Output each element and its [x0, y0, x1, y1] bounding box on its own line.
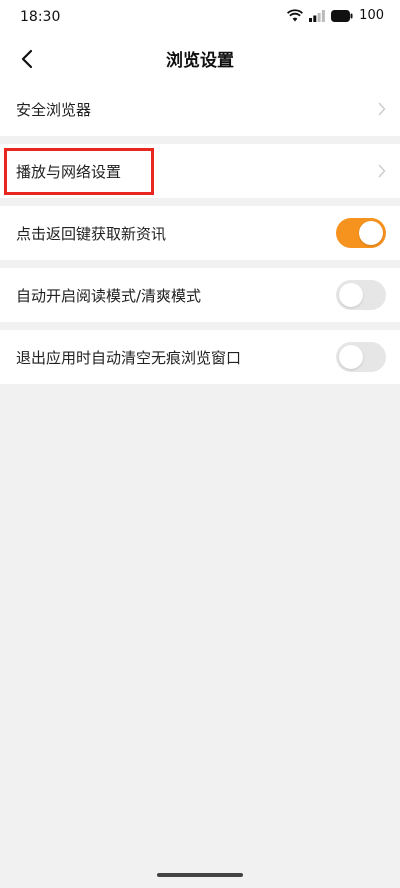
- battery-level: 100: [359, 8, 384, 23]
- settings-item-reading-mode: 自动开启阅读模式/清爽模式: [0, 268, 400, 322]
- battery-icon: [331, 9, 353, 22]
- settings-item-label: 自动开启阅读模式/清爽模式: [16, 286, 202, 305]
- settings-item-safe-browser[interactable]: 安全浏览器: [0, 82, 400, 136]
- back-key-refresh-toggle[interactable]: [336, 218, 386, 248]
- status-bar: 18:30 100: [0, 0, 400, 36]
- settings-list: 安全浏览器 播放与网络设置 点击返回键获取新资讯 自动开启阅读模式/清爽模式 退…: [0, 82, 400, 384]
- signal-icon: [309, 9, 326, 22]
- settings-item-label: 安全浏览器: [16, 100, 92, 119]
- divider: [0, 260, 400, 268]
- settings-item-clear-incognito: 退出应用时自动清空无痕浏览窗口: [0, 330, 400, 384]
- divider: [0, 198, 400, 206]
- chevron-right-icon: [378, 102, 386, 116]
- page-title: 浏览设置: [166, 51, 234, 71]
- wifi-icon: [287, 9, 304, 22]
- toggle-knob: [359, 221, 383, 245]
- divider: [0, 136, 400, 144]
- chevron-right-icon: [378, 164, 386, 178]
- settings-item-back-key-refresh: 点击返回键获取新资讯: [0, 206, 400, 260]
- toggle-knob: [339, 283, 363, 307]
- settings-item-playback-network[interactable]: 播放与网络设置: [0, 144, 400, 198]
- status-time: 18:30: [20, 9, 61, 25]
- clear-incognito-toggle[interactable]: [336, 342, 386, 372]
- reading-mode-toggle[interactable]: [336, 280, 386, 310]
- toggle-knob: [339, 345, 363, 369]
- status-icons: 100: [287, 8, 384, 23]
- home-indicator[interactable]: [157, 873, 243, 877]
- settings-item-label: 播放与网络设置: [16, 162, 122, 181]
- settings-item-label: 退出应用时自动清空无痕浏览窗口: [16, 348, 242, 367]
- settings-item-label: 点击返回键获取新资讯: [16, 224, 167, 243]
- divider: [0, 322, 400, 330]
- nav-bar: 浏览设置: [0, 36, 400, 82]
